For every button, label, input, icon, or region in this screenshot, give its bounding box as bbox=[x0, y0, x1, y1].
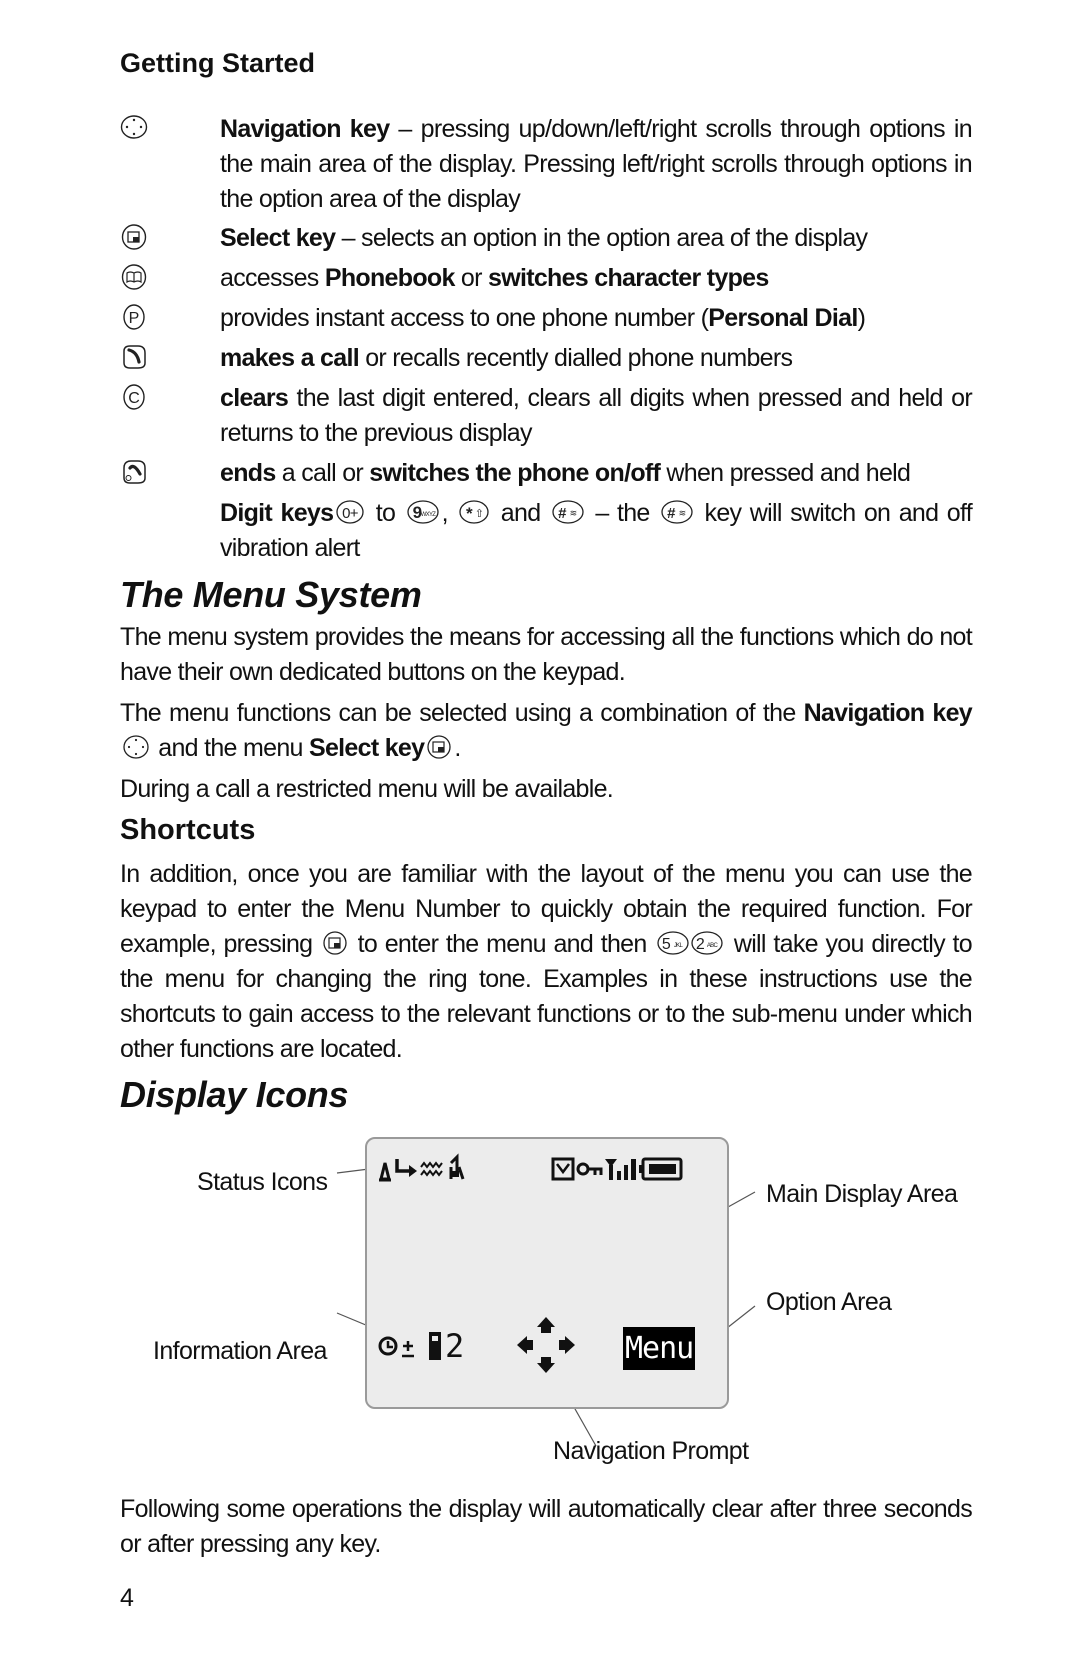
menu-system-paragraph-2: The menu functions can be selected using… bbox=[120, 696, 973, 766]
svg-text:JKL: JKL bbox=[674, 943, 684, 949]
svg-text:#: # bbox=[667, 505, 676, 522]
end-key-icon bbox=[123, 460, 146, 484]
key-desc-text: provides instant access to one phone num… bbox=[220, 304, 709, 332]
svg-text:ABC: ABC bbox=[707, 943, 719, 949]
key-name: makes a call bbox=[220, 344, 360, 372]
key-2-icon: 2 ABC bbox=[691, 931, 723, 955]
key-9-icon: 9 WXYZ bbox=[407, 500, 439, 524]
key-description: clears the last digit entered, clears al… bbox=[220, 381, 973, 451]
key-desc-text: – selects an option in the option area o… bbox=[335, 224, 868, 252]
shortcuts-paragraph: In addition, once you are familiar with … bbox=[120, 857, 973, 1067]
menu-softkey[interactable]: Menu bbox=[623, 1327, 696, 1370]
display-icons-heading: Display Icons bbox=[120, 1074, 349, 1115]
select-key-icon bbox=[121, 224, 147, 250]
key-description: Select key – selects an option in the op… bbox=[220, 221, 972, 256]
alarm-icon bbox=[379, 1162, 391, 1182]
key-desc-text: or recalls recently dialled phone number… bbox=[358, 344, 793, 372]
key-desc-text: when pressed and held bbox=[660, 459, 911, 487]
navigation-key-icon bbox=[120, 115, 148, 139]
select-key-icon bbox=[323, 931, 347, 955]
paragraph-text: to enter the menu and then bbox=[350, 930, 655, 958]
key-star-icon: * ⇧ bbox=[459, 500, 490, 524]
phone-display-diagram: 2 Menu bbox=[365, 1137, 729, 1409]
svg-text:⇧: ⇧ bbox=[475, 508, 484, 520]
navigation-key-label: Navigation key bbox=[803, 699, 973, 727]
key-name: Personal Dial bbox=[708, 304, 858, 332]
key-hash-icon: # ≋ bbox=[661, 500, 693, 524]
key-hash-icon: # ≋ bbox=[552, 500, 584, 524]
navigation-key-icon bbox=[123, 735, 149, 759]
key-description: Digit keys 0+ to 9 WXYZ, * ⇧ and # ≋ – the #… bbox=[220, 496, 973, 566]
key-name: clears bbox=[220, 384, 289, 412]
svg-text:≋: ≋ bbox=[679, 508, 686, 518]
keylock-icon bbox=[576, 1162, 603, 1176]
key-name: Digit keys bbox=[220, 499, 334, 527]
svg-text:#: # bbox=[558, 505, 567, 522]
key-desc-text: to bbox=[367, 499, 404, 527]
svg-text:WXYZ: WXYZ bbox=[420, 512, 436, 518]
svg-text:C: C bbox=[128, 390, 140, 407]
key-description: makes a call or recalls recently dialled… bbox=[220, 341, 972, 376]
key-desc-text: ) bbox=[857, 304, 866, 332]
line-indicator-icon bbox=[429, 1332, 441, 1360]
key-name: switches the phone on/off bbox=[369, 459, 661, 487]
status-icons-bar bbox=[379, 1153, 683, 1182]
ringtone-icon bbox=[449, 1153, 465, 1180]
svg-text:0+: 0+ bbox=[342, 505, 359, 522]
svg-text:*: * bbox=[466, 504, 473, 523]
paragraph-text: . bbox=[454, 734, 461, 762]
navigation-prompt-icon bbox=[517, 1317, 575, 1373]
battery-icon bbox=[639, 1157, 683, 1181]
phonebook-key-icon bbox=[121, 264, 147, 290]
key-desc-text: and bbox=[492, 499, 549, 527]
section-heading: Getting Started bbox=[120, 48, 316, 78]
svg-text:P: P bbox=[129, 310, 140, 327]
callout-option-area: Option Area bbox=[766, 1288, 892, 1316]
key-desc-text: the last digit entered, clears all digit… bbox=[220, 384, 973, 447]
shortcuts-heading: Shortcuts bbox=[120, 814, 256, 846]
key-5-icon: 5 JKL bbox=[657, 931, 689, 955]
information-area: 2 bbox=[377, 1327, 464, 1365]
key-description: provides instant access to one phone num… bbox=[220, 301, 972, 336]
call-key-icon bbox=[123, 345, 146, 369]
key-desc-text: – the bbox=[586, 499, 659, 527]
callout-information-area: Information Area bbox=[153, 1337, 327, 1365]
message-icon bbox=[551, 1157, 575, 1181]
key-description: Navigation key – pressing up/down/left/r… bbox=[220, 112, 973, 217]
key-name: Navigation key bbox=[220, 115, 390, 143]
key-0-icon: 0+ bbox=[336, 500, 364, 524]
paragraph-text: and the menu bbox=[152, 734, 309, 762]
callout-status-icons: Status Icons bbox=[197, 1168, 328, 1196]
signal-strength-icon bbox=[605, 1159, 636, 1180]
personal-dial-key-icon: P bbox=[123, 304, 145, 330]
key-desc-text: , bbox=[441, 499, 457, 527]
timer-icon bbox=[378, 1336, 414, 1358]
key-desc-text: a call or bbox=[275, 459, 370, 487]
key-desc-text: or bbox=[454, 264, 488, 292]
line-number: 2 bbox=[445, 1327, 465, 1365]
display-clear-paragraph: Following some operations the display wi… bbox=[120, 1495, 973, 1558]
divert-icon bbox=[395, 1159, 417, 1177]
paragraph-text: The menu functions can be selected using… bbox=[120, 699, 804, 727]
select-key-icon bbox=[427, 735, 451, 759]
page-number: 4 bbox=[120, 1584, 134, 1612]
vibrate-icon bbox=[420, 1161, 443, 1177]
key-name: ends bbox=[220, 459, 276, 487]
clear-key-icon: C bbox=[123, 384, 145, 410]
key-name: switches character types bbox=[488, 264, 769, 292]
svg-text:5: 5 bbox=[662, 936, 671, 953]
key-name: Select key bbox=[220, 224, 336, 252]
menu-system-heading: The Menu System bbox=[120, 574, 422, 615]
key-desc-text: accesses bbox=[220, 264, 325, 292]
callout-navigation-prompt: Navigation Prompt bbox=[553, 1437, 749, 1465]
menu-system-paragraph-1: The menu system provides the means for a… bbox=[120, 623, 973, 686]
svg-text:≋: ≋ bbox=[569, 508, 576, 518]
key-description: accesses Phonebook or switches character… bbox=[220, 261, 972, 296]
key-name: Phonebook bbox=[324, 264, 456, 292]
callout-main-display-area: Main Display Area bbox=[766, 1180, 958, 1208]
key-description: ends a call or switches the phone on/off… bbox=[220, 456, 972, 491]
menu-system-paragraph-3: During a call a restricted menu will be … bbox=[120, 775, 614, 803]
select-key-label: Select key bbox=[309, 734, 425, 762]
svg-text:2: 2 bbox=[696, 936, 705, 953]
